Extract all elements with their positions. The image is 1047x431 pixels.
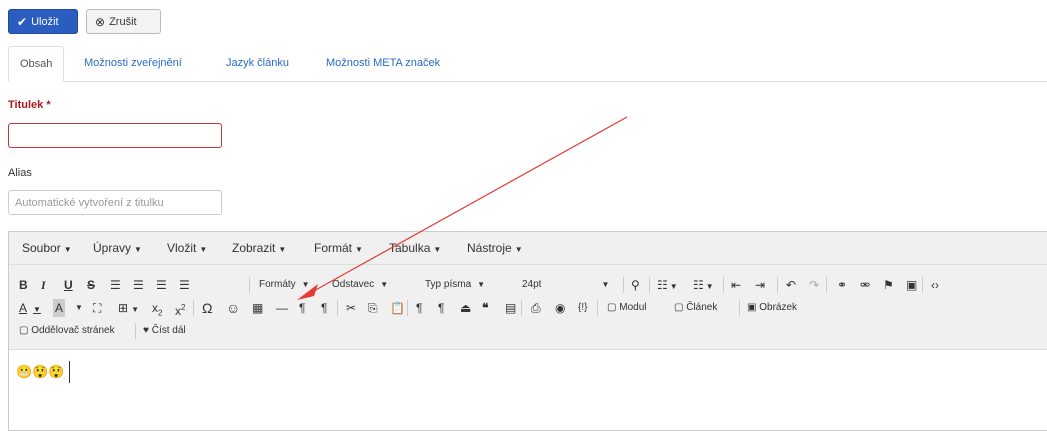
indent-icon[interactable]: ⇥ [755, 276, 765, 294]
source-icon[interactable]: {!} [578, 299, 587, 317]
menu-table[interactable]: Tabulka ▼ [389, 232, 441, 264]
anchor-icon[interactable]: ⚑ [883, 276, 894, 294]
menu-insert[interactable]: Vložit ▼ [167, 232, 207, 264]
save-button[interactable]: ✔ Uložit [8, 9, 78, 34]
copy-icon[interactable]: ⎘ [368, 299, 378, 317]
visual-chars-icon[interactable]: ¶ [438, 299, 444, 317]
undo-icon[interactable]: ↶ [786, 276, 796, 294]
module-button[interactable]: ▢ Modul [607, 299, 646, 317]
image-icon[interactable]: ▣ [906, 276, 917, 294]
close-circle-icon: ⊗ [95, 14, 106, 29]
superscript-icon[interactable]: x2 [175, 299, 185, 320]
fullscreen-icon[interactable]: ⛶ [93, 299, 101, 317]
align-left-icon[interactable]: ☰ [110, 276, 121, 294]
horizontal-rule-icon[interactable]: — [276, 299, 288, 317]
title-input[interactable] [8, 123, 222, 148]
menu-format[interactable]: Formát ▼ [314, 232, 363, 264]
align-center-icon[interactable]: ☰ [133, 276, 144, 294]
blockquote-icon[interactable]: ❝ [482, 299, 488, 317]
strikethrough-icon[interactable]: S [87, 276, 95, 294]
block-format-dropdown[interactable]: Odstavec ▼ [332, 276, 388, 294]
link-icon[interactable]: ⚭ [837, 276, 847, 294]
editor-content[interactable]: 😬😲😲 [9, 350, 1047, 430]
show-blocks-icon[interactable]: ¶ [416, 299, 422, 317]
tab-meta[interactable]: Možnosti META značek [315, 46, 451, 81]
redo-icon[interactable]: ↷ [809, 276, 819, 294]
article-button[interactable]: ▢ Článek [674, 299, 717, 317]
font-size-dropdown[interactable]: 24pt ▼ [522, 276, 609, 294]
background-color-icon[interactable]: A [53, 299, 66, 317]
title-label-text: Titulek [8, 99, 44, 111]
text-cursor [69, 361, 70, 383]
align-right-icon[interactable]: ☰ [156, 276, 167, 294]
menu-view[interactable]: Zobrazit ▼ [232, 232, 286, 264]
insert-datetime-icon[interactable]: ⏏ [460, 299, 471, 317]
media-icon[interactable]: ▦ [252, 299, 263, 317]
title-label: Titulek * [8, 99, 51, 111]
special-character-icon[interactable]: Ω [202, 299, 212, 317]
align-justify-icon[interactable]: ☰ [179, 276, 190, 294]
unlink-icon[interactable]: ⚮ [860, 276, 870, 294]
image-button[interactable]: ▣ Obrázek [747, 299, 797, 317]
cut-icon[interactable]: ✂ [346, 299, 356, 317]
cancel-label: Zrušit [109, 15, 137, 28]
tab-bar: Obsah Možnosti zveřejnění Jazyk článku M… [8, 46, 1047, 82]
emoticons-icon[interactable]: ☺ [226, 299, 240, 317]
tab-publishing[interactable]: Možnosti zveřejnění [73, 46, 193, 81]
bg-color-caret-icon[interactable]: ▼ [75, 299, 83, 317]
check-icon: ✔ [17, 14, 28, 29]
subscript-icon[interactable]: x2 [152, 299, 162, 322]
required-marker: * [46, 99, 51, 111]
bullet-list-icon[interactable]: ☷ ▼ [657, 276, 678, 296]
readmore-button[interactable]: ♥ Číst dál [143, 322, 186, 340]
alias-label: Alias [8, 167, 32, 179]
preview-icon[interactable]: ◉ [555, 299, 565, 317]
content-emojis: 😬😲😲 [16, 364, 65, 379]
save-label: Uložit [31, 15, 59, 28]
table-icon[interactable]: ⊞ ▼ [118, 299, 139, 319]
tab-content[interactable]: Obsah [8, 46, 65, 82]
rtl-icon[interactable]: ¶ [321, 299, 327, 317]
cancel-button[interactable]: ⊗ Zrušit [86, 9, 161, 34]
font-family-dropdown[interactable]: Typ písma ▼ [425, 276, 485, 294]
editor-menubar: Soubor ▼ Úpravy ▼ Vložit ▼ Zobrazit ▼ Formát… [9, 232, 1047, 265]
text-color-icon[interactable]: A ▼ [19, 299, 41, 319]
menu-tools[interactable]: Nástroje ▼ [467, 232, 523, 264]
find-replace-icon[interactable]: ⚲ [631, 276, 640, 294]
outdent-icon[interactable]: ⇤ [731, 276, 741, 294]
bold-icon[interactable]: B [19, 276, 28, 294]
tab-language[interactable]: Jazyk článku [215, 46, 300, 81]
editor-toolbar: B I U S ☰ ☰ ☰ ☰ Formáty ▼ Odstavec ▼ Typ p… [9, 265, 1047, 350]
paste-icon[interactable]: 📋 [390, 299, 405, 317]
underline-icon[interactable]: U [64, 276, 73, 294]
pagebreak-button[interactable]: ▢ Oddělovač stránek [19, 322, 115, 340]
alias-input[interactable]: Automatické vytvoření z titulku [8, 190, 222, 215]
numbered-list-icon[interactable]: ☷ ▼ [693, 276, 714, 296]
rich-text-editor: Soubor ▼ Úpravy ▼ Vložit ▼ Zobrazit ▼ Formát… [8, 231, 1047, 431]
italic-icon[interactable]: I [41, 276, 46, 294]
template-icon[interactable]: ▤ [505, 299, 516, 317]
ltr-icon[interactable]: ¶ [299, 299, 305, 317]
menu-edit[interactable]: Úpravy ▼ [93, 232, 142, 264]
formats-dropdown[interactable]: Formáty ▼ [259, 276, 310, 294]
print-icon[interactable]: ⎙ [531, 299, 541, 317]
code-icon[interactable]: ‹› [931, 276, 939, 294]
menu-file[interactable]: Soubor ▼ [22, 232, 72, 264]
